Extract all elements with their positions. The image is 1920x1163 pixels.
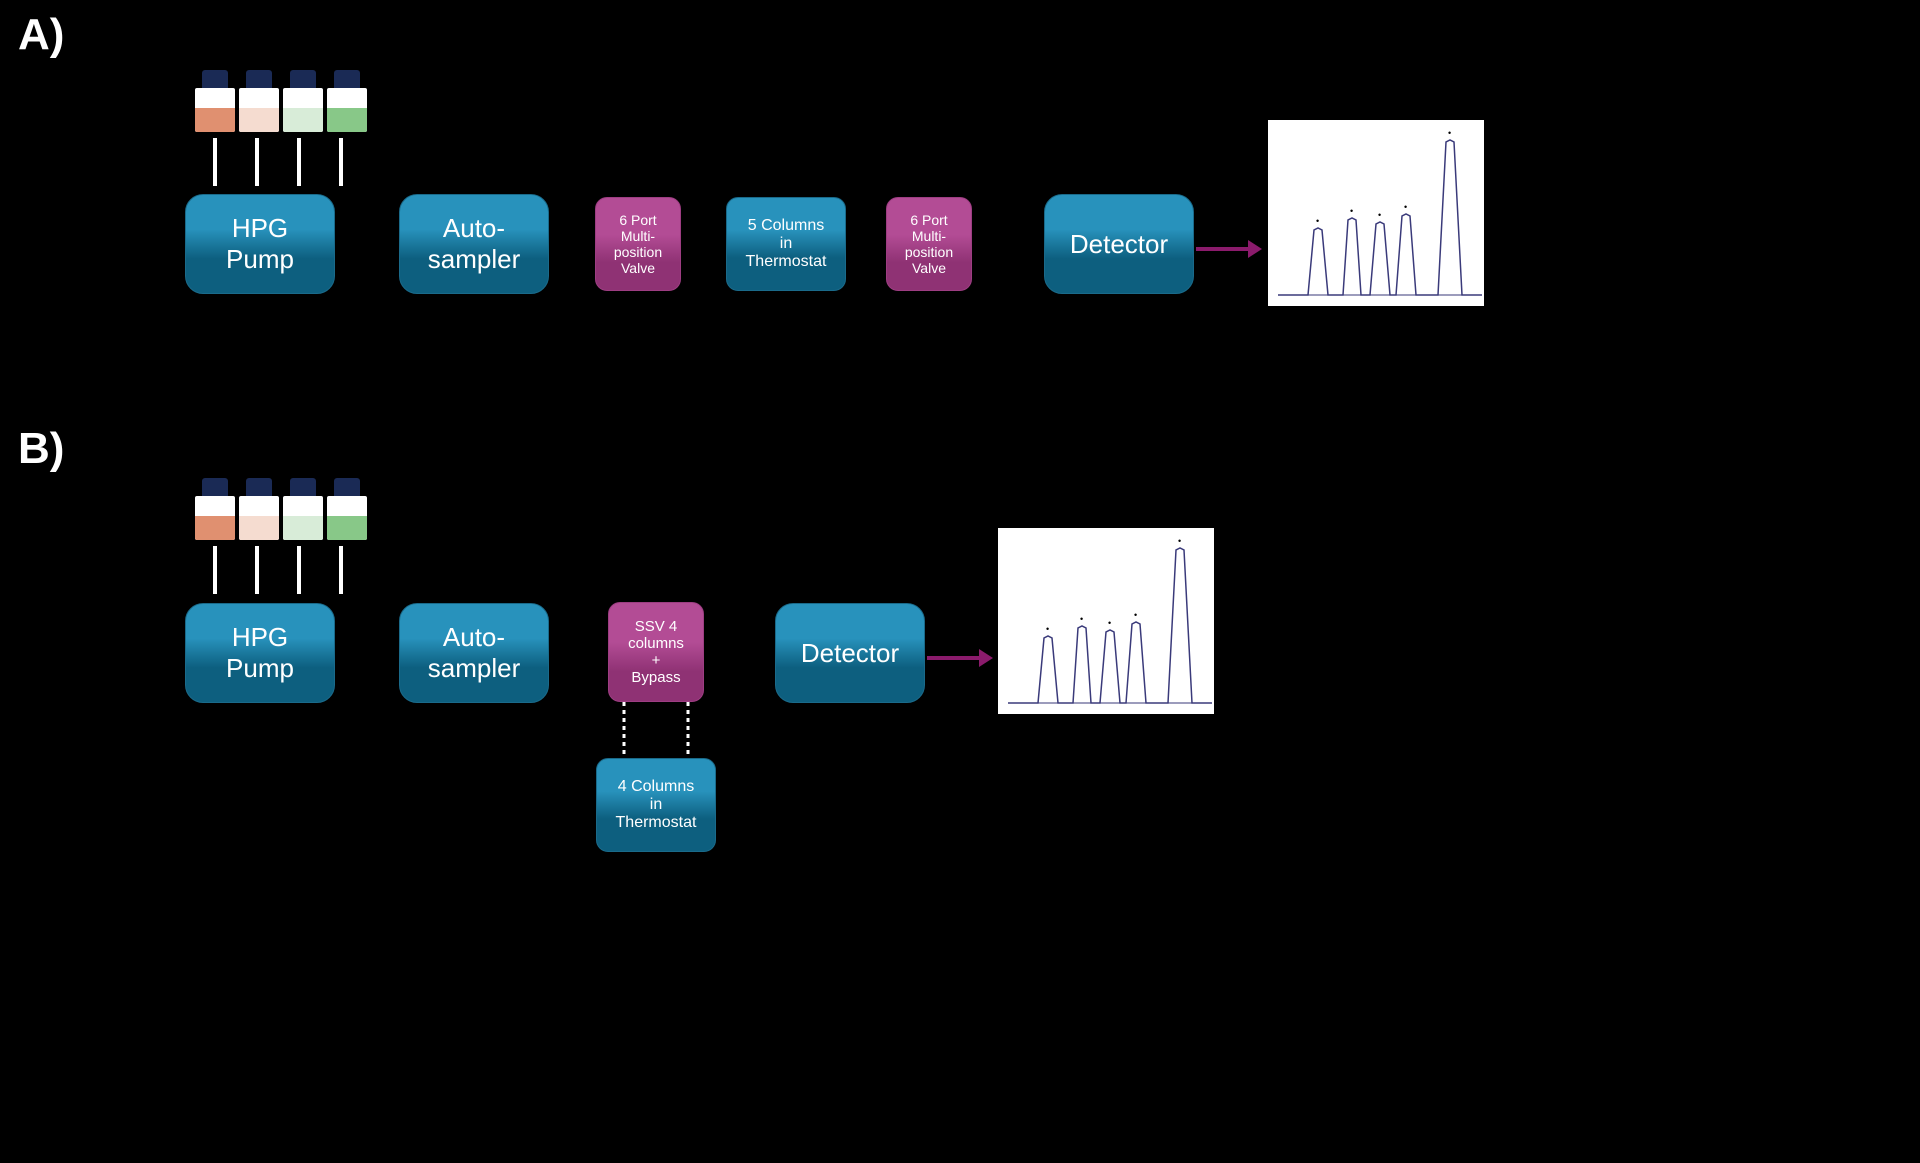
bottle-tube [339,138,343,186]
bottle-b1 [195,478,235,538]
bottle-tube [297,138,301,186]
detector-b: Detector [775,603,925,703]
svg-text:•: • [1378,210,1381,220]
chromatogram-svg: • • • • • [1268,120,1488,310]
svg-text:•: • [1316,216,1319,226]
bottle-a4 [327,70,367,130]
bottle-fill [239,108,279,132]
bottle-fill [283,516,323,540]
svg-text:•: • [1448,128,1451,138]
arrow-detector-a [1196,240,1262,258]
svg-text:•: • [1108,618,1111,628]
svg-text:•: • [1178,536,1181,546]
bottle-fill [195,516,235,540]
autosampler-b: Auto- sampler [399,603,549,703]
bottle-a3 [283,70,323,130]
columns-b: 4 Columns in Thermostat [596,758,716,852]
bottle-fill [327,516,367,540]
bottle-tube [255,138,259,186]
svg-text:•: • [1080,614,1083,624]
ssv-column-connector [596,700,716,760]
arrow-detector-b [927,649,993,667]
hpg-pump-b: HPG Pump [185,603,335,703]
bottle-fill [239,516,279,540]
bottle-a1 [195,70,235,130]
svg-text:•: • [1350,206,1353,216]
section-a-label: A) [18,10,64,60]
bottle-tube [213,546,217,594]
bottle-tube [255,546,259,594]
columns-a: 5 Columns in Thermostat [726,197,846,291]
bottle-b4 [327,478,367,538]
svg-text:•: • [1134,610,1137,620]
autosampler-a: Auto- sampler [399,194,549,294]
valve1-a: 6 Port Multi- position Valve [595,197,681,291]
chromatogram-b: • • • • • [996,526,1216,716]
bottle-tube [213,138,217,186]
valve2-a: 6 Port Multi- position Valve [886,197,972,291]
chromatogram-svg: • • • • • [998,528,1218,718]
svg-text:•: • [1404,202,1407,212]
detector-a: Detector [1044,194,1194,294]
bottle-fill [283,108,323,132]
bottles-a [195,70,367,186]
bottle-tube [339,546,343,594]
bottle-fill [327,108,367,132]
bottle-b2 [239,478,279,538]
hpg-pump-a: HPG Pump [185,194,335,294]
chromatogram-a: • • • • • [1266,118,1486,308]
bottles-b [195,478,367,594]
section-b-label: B) [18,424,64,474]
svg-text:•: • [1046,624,1049,634]
bottle-tube [297,546,301,594]
bottle-b3 [283,478,323,538]
bottle-fill [195,108,235,132]
bottle-a2 [239,70,279,130]
ssv-b: SSV 4 columns + Bypass [608,602,704,702]
